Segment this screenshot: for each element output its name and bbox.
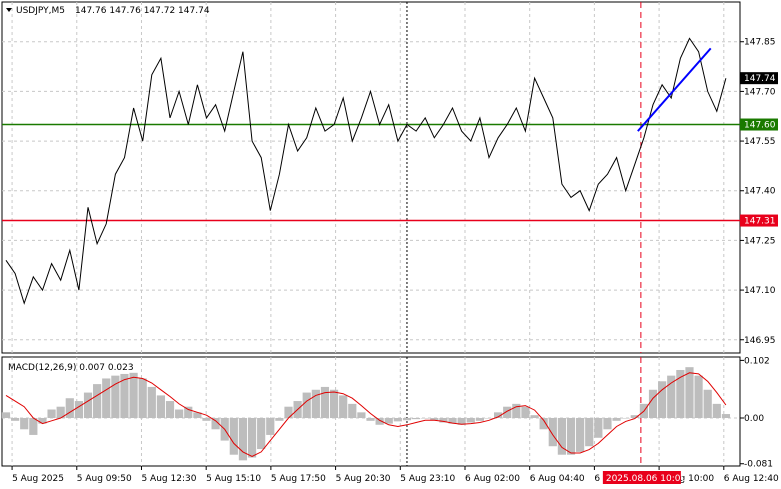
macd-histogram-bar [585,417,594,447]
macd-histogram-bar [466,417,475,423]
current-price-label: 147.74 [744,74,776,84]
price-tick-label: 146.95 [744,336,776,346]
macd-histogram-bar [257,417,266,450]
macd-histogram-bar [703,389,712,418]
price-tick-label: 147.25 [744,236,776,246]
time-tick-label: 6 Aug 04:40 [530,474,585,484]
macd-histogram-bar [74,401,84,418]
macd-histogram-bar [111,375,120,418]
macd-histogram-bar [175,409,184,418]
macd-histogram-bar [284,406,293,418]
macd-histogram-bar [238,417,248,461]
symbol-label: USDJPY,M5 [16,6,65,16]
macd-histogram-bar [156,395,166,418]
chart-title: USDJPY,M5 147.76 147.76 147.72 147.74 [6,6,210,16]
macd-histogram-bar [29,417,38,435]
macd-histogram-bar [93,384,102,418]
price-panel[interactable]: USDJPY,M5 147.76 147.76 147.72 147.74 [1,1,741,354]
macd-histogram-bar [566,417,576,455]
price-panel-frame [1,1,741,354]
macd-histogram-bar [548,417,557,447]
macd-histogram-bar [576,417,585,452]
macd-histogram-bar [503,406,512,418]
macd-histogram-bar [594,417,603,438]
macd-axis: 0.102 0.00 -0.081 [740,356,773,470]
time-marker-tag: 2025.08.06 10:00 [602,471,687,484]
price-tick-label: 147.85 [744,38,776,48]
macd-histogram-bar [302,392,311,418]
support-price-label: 147.60 [744,121,776,131]
time-tick-label: 5 Aug 09:50 [77,474,132,484]
macd-histogram-bar [357,412,366,418]
macd-tick-label: 0.102 [744,356,770,366]
time-tick-label: 5 Aug 23:10 [400,474,455,484]
time-tick-label: 5 Aug 15:10 [206,474,261,484]
macd-histogram-bar [621,417,630,419]
macd-histogram-bar [65,398,74,418]
macd-title: MACD(12,26,9) 0.007 0.023 [8,363,134,373]
macd-histogram-bar [366,417,375,421]
macd-histogram-bar [484,417,494,419]
macd-histogram-bar [138,378,147,418]
macd-histogram-bar [411,417,421,420]
time-tick-label: 5 Aug 20:30 [336,474,391,484]
macd-histogram-bar [47,409,56,418]
macd-histogram-bar [530,415,539,418]
price-tick-label: 147.70 [744,87,776,97]
macd-histogram-bar [475,417,484,421]
macd-histogram-bar [165,401,175,418]
chart-canvas: USDJPY,M5 147.76 147.76 147.72 147.74 14… [1,1,779,484]
time-marker-label: 2025.08.06 10:00 [606,474,687,484]
macd-histogram-bar [393,417,402,422]
macd-histogram-bar [20,417,29,430]
macd-histogram-bar [658,381,667,418]
macd-histogram-bar [339,395,348,418]
resistance-price-label: 147.31 [744,217,776,227]
macd-histogram-bar [129,372,138,418]
macd-histogram-bar [229,417,238,455]
macd-histogram-bar [721,414,731,418]
macd-panel[interactable]: MACD(12,26,9) 0.007 0.023 [1,356,741,467]
macd-histogram-bar [266,417,275,435]
macd-histogram-bar [184,406,193,418]
macd-histogram-bar [402,417,412,421]
macd-histogram-bar [612,417,621,421]
time-tick-label: 5 Aug 17:50 [271,474,326,484]
macd-histogram-bar [11,417,20,421]
macd-histogram-bar [147,386,156,418]
macd-histogram-bar [329,389,339,418]
price-tick-label: 147.55 [744,137,776,147]
macd-histogram-bar [320,386,330,418]
time-tick-label: 5 Aug 2025 [12,474,64,484]
macd-histogram-bar [712,403,721,418]
macd-histogram-bar [648,389,658,418]
price-tick-label: 147.40 [744,187,776,197]
macd-histogram-bar [667,375,676,418]
time-tick-label: 6 Aug 02:00 [465,474,520,484]
macd-histogram-bar [202,417,211,421]
macd-tick-label: -0.081 [744,460,773,470]
ohlc-readout: 147.76 147.76 147.72 147.74 [75,6,210,16]
macd-histogram-bar [521,406,530,418]
macd-histogram-bar [247,417,257,458]
macd-histogram-bar [348,403,357,418]
time-tick-label: 6 Aug 12:40 [724,474,779,484]
macd-histogram-bar [1,412,11,418]
macd-histogram-bar [83,392,93,418]
macd-histogram-bar [384,417,393,424]
macd-histogram-bar [421,417,430,419]
macd-histogram-bar [275,417,284,421]
time-tick-label: 5 Aug 12:30 [141,474,196,484]
macd-histogram-bar [694,375,703,418]
macd-histogram-bar [102,378,111,418]
macd-histogram-bar [603,417,612,430]
price-tick-label: 147.10 [744,286,776,296]
macd-tick-label: 0.00 [744,414,764,424]
